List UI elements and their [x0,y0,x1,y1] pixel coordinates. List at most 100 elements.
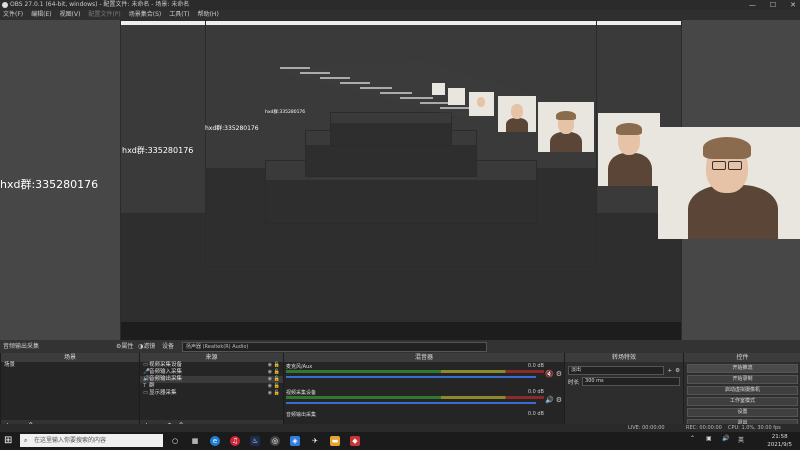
sources-title: 来源 [140,353,283,362]
feather-app-icon[interactable]: ✈ [310,436,320,446]
controls-panel: 控件 开始推流 开始录制 启动虚拟摄像机 工作室模式 设置 退出 [683,353,800,432]
title-bar: OBS 27.0.1 (64-bit, windows) - 配置文件: 未命名… [0,0,800,10]
track-name: 视频采集设备 [286,390,317,396]
source-item[interactable]: ▭视频采集设备 ◉ 🔓 [140,362,283,369]
menu-view[interactable]: 视图(V) [60,10,81,20]
maximize-button[interactable]: ☐ [770,0,776,10]
lock-icon[interactable]: 🔓 [274,376,280,382]
gear-icon[interactable]: ⚙ [675,368,680,374]
menu-tools[interactable]: 工具(T) [169,10,189,20]
netease-music-icon[interactable]: ♫ [230,436,240,446]
mixer-panel: 混音器 麦克风/Aux 0.0 dB 🔇 ⚙ 视频采集设备 0.0 dB 🔊 ⚙… [283,353,564,432]
edge-icon[interactable]: e [210,436,220,446]
menu-edit[interactable]: 编辑(E) [31,10,51,20]
speaker-icon[interactable]: 🔊 [545,396,554,404]
lock-icon[interactable]: 🔓 [274,383,280,389]
eye-icon[interactable]: ◉ [268,362,272,368]
watermark-text-nested: hxd群:335280176 [265,110,306,115]
camera-feed-4 [498,96,536,132]
lock-icon[interactable]: 🔓 [274,362,280,368]
duration-label: 时长 [568,379,580,386]
steam-icon[interactable]: ♨ [250,436,260,446]
source-item[interactable]: T 群 ◉ 🔓 [140,383,283,390]
watermark-text-nested: hxd群:335280176 [122,146,194,155]
scene-item[interactable]: 场景 [1,362,139,369]
system-clock[interactable]: 21:58 2021/9/5 [767,433,792,449]
sources-panel: 来源 ▭视频采集设备 ◉ 🔓 🎤音频输入采集 ◉ 🔓 🔊音频输出采集 ◉ 🔓 T 群 ◉ … [139,353,283,432]
rec-status: REC: 00:00:00 [686,425,722,431]
scenes-title: 场景 [1,353,139,362]
eye-icon[interactable]: ◉ [268,369,272,375]
selected-source-name: 音频输出采集 [3,343,40,350]
lock-icon[interactable]: 🔓 [274,390,280,396]
device-select[interactable]: 扬声器 (Realtek(R) Audio) [182,342,487,352]
menu-profile[interactable]: 配置文件(P) [88,10,120,20]
preview-canvas[interactable]: hxd群:335280176 hxd群:335280176 hxd群:33528… [0,20,800,340]
gear-icon[interactable]: ⚙ [556,396,562,404]
source-item[interactable]: 🎤音频输入采集 ◉ 🔓 [140,369,283,376]
source-item[interactable]: 🔊音频输出采集 ◉ 🔓 [140,376,283,383]
menu-file[interactable]: 文件(F) [3,10,23,20]
volume-slider[interactable] [286,376,536,378]
settings-button[interactable]: 设置 [687,408,798,417]
lock-icon[interactable]: 🔓 [274,369,280,375]
red-app-icon[interactable]: ◆ [350,436,360,446]
windows-start-icon[interactable]: ⊞ [4,436,14,446]
watermark-text-nested: hxd群:335280176 [205,125,259,132]
studio-mode-button[interactable]: 工作室模式 [687,397,798,406]
start-virtual-camera-button[interactable]: 启动虚拟摄像机 [687,386,798,395]
app-icon[interactable]: ◈ [290,436,300,446]
task-view-icon[interactable]: ○ [170,436,180,446]
plus-icon[interactable]: + [667,368,672,374]
volume-slider[interactable] [286,402,536,404]
dock-area: 音频输出采集 ⚙属性 ◑滤镜 设备 扬声器 (Realtek(R) Audio)… [0,340,800,432]
transitions-panel: 转场特效 淡出 + ⚙ 时长 300 ms [564,353,683,432]
eye-icon[interactable]: ◉ [268,376,272,382]
taskbar-search[interactable]: ⌕ 在这里输入你要搜索的内容 [20,434,163,447]
track-db: 0.0 dB [527,389,544,395]
track-name: 麦克风/Aux [286,364,313,370]
mixer-tracks: 麦克风/Aux 0.0 dB 🔇 ⚙ 视频采集设备 0.0 dB 🔊 ⚙ 音频输… [284,362,564,432]
speaker-muted-icon[interactable]: 🔇 [545,370,554,378]
source-toolbar: 音频输出采集 ⚙属性 ◑滤镜 设备 扬声器 (Realtek(R) Audio) [0,340,800,353]
volume-meter [286,396,544,399]
camera-feed-3 [538,102,594,152]
live-status: LIVE: 00:00:00 [628,425,665,431]
camera-feed-5 [469,92,494,116]
start-recording-button[interactable]: 开始录制 [687,375,798,384]
obs-app-icon[interactable]: ◎ [270,436,280,446]
taskbar: ⊞ ⌕ 在这里输入你要搜索的内容 ○ ▦ e ♫ ♨ ◎ ◈ ✈ ▬ ◆ ⌃ ▣… [0,432,800,450]
mixer-track: 音频输出采集 0.0 dB [284,410,564,422]
properties-button[interactable]: ⚙属性 [116,340,133,353]
sources-list: ▭视频采集设备 ◉ 🔓 🎤音频输入采集 ◉ 🔓 🔊音频输出采集 ◉ 🔓 T 群 ◉ 🔓 ▭… [140,362,283,420]
volume-icon[interactable]: 🔊 [722,435,729,442]
transitions-title: 转场特效 [565,353,683,362]
source-item[interactable]: ▭显示器采集 ◉ 🔓 [140,390,283,397]
mixer-title: 混音器 [284,353,564,362]
transition-select[interactable]: 淡出 [568,366,665,375]
minimize-button[interactable]: — [749,0,756,10]
ime-icon[interactable]: 英 [738,435,744,444]
menu-scene-collection[interactable]: 场景集合(S) [129,10,162,20]
mixer-track: 麦克风/Aux 0.0 dB 🔇 ⚙ [284,362,564,380]
start-streaming-button[interactable]: 开始推流 [687,364,798,373]
close-button[interactable]: ✕ [790,0,796,10]
taskview-icon[interactable]: ▦ [190,436,200,446]
eye-icon[interactable]: ◉ [268,383,272,389]
gear-icon[interactable]: ⚙ [556,370,562,378]
camera-feed-2 [598,113,660,186]
folder-icon[interactable]: ▬ [330,436,340,446]
obs-logo-icon [2,2,8,8]
filters-button[interactable]: ◑滤镜 [138,340,155,353]
camera-feed-6 [448,88,465,105]
watermark-text: hxd群:335280176 [0,178,99,191]
duration-input[interactable]: 300 ms [582,377,680,386]
window-title: OBS 27.0.1 (64-bit, windows) - 配置文件: 未命名… [10,1,190,8]
track-name: 音频输出采集 [286,412,317,418]
eye-icon[interactable]: ◉ [268,390,272,396]
device-label: 设备 [162,343,175,350]
tray-chevron-icon[interactable]: ⌃ [690,435,695,442]
menu-help[interactable]: 帮助(H) [198,10,219,20]
window-controls: — ☐ ✕ [749,0,796,10]
network-icon[interactable]: ▣ [706,435,712,442]
